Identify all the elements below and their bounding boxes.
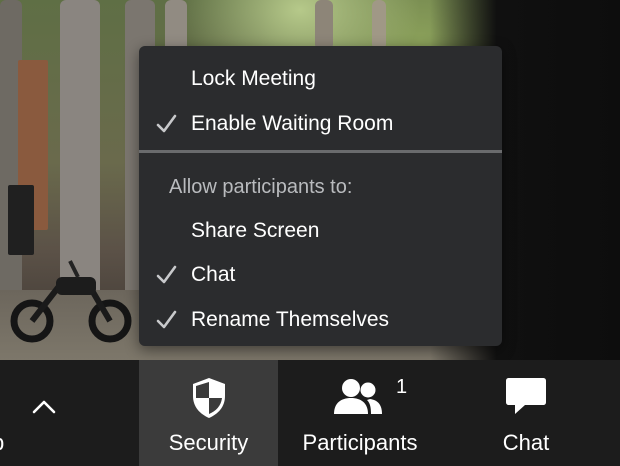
video-options-button[interactable] — [0, 360, 90, 466]
security-menu: Lock Meeting Enable Waiting Room Allow p… — [139, 46, 502, 346]
tree-trunk — [315, 0, 333, 50]
shield-icon — [192, 378, 225, 418]
chat-bubble-icon — [506, 378, 546, 414]
checkmark-icon — [156, 114, 177, 133]
security-button[interactable]: Security — [139, 360, 278, 466]
meeting-toolbar: p Security 1 Participants Chat — [0, 360, 620, 466]
chat-button[interactable]: Chat — [466, 360, 586, 466]
motorcycle-image — [10, 260, 132, 343]
checkmark-icon — [156, 310, 177, 329]
tree-trunk — [372, 0, 386, 50]
menu-item-rename-themselves[interactable]: Rename Themselves — [139, 301, 502, 339]
clipped-button-label: p — [0, 430, 4, 456]
menu-item-chat[interactable]: Chat — [139, 256, 502, 294]
menu-separator — [139, 150, 502, 153]
security-button-label: Security — [168, 430, 249, 455]
menu-item-lock-meeting[interactable]: Lock Meeting — [139, 60, 502, 98]
menu-item-enable-waiting-room[interactable]: Enable Waiting Room — [139, 105, 502, 143]
chevron-up-icon[interactable] — [32, 400, 56, 414]
menu-item-share-screen[interactable]: Share Screen — [139, 212, 502, 250]
checkmark-icon — [156, 265, 177, 284]
participants-button-label: Participants — [302, 430, 418, 455]
menu-item-label: Lock Meeting — [191, 67, 316, 90]
menu-item-label: Share Screen — [191, 219, 320, 242]
participants-button[interactable]: 1 Participants — [282, 360, 438, 466]
menu-item-label: Enable Waiting Room — [191, 112, 394, 135]
participants-icon — [334, 379, 382, 414]
section-heading: Allow participants to: — [169, 176, 353, 198]
participants-count-badge: 1 — [396, 376, 408, 398]
menu-item-label: Rename Themselves — [191, 308, 390, 331]
chat-button-label: Chat — [502, 430, 550, 455]
sign-post — [8, 185, 34, 255]
menu-item-label: Chat — [191, 263, 236, 286]
